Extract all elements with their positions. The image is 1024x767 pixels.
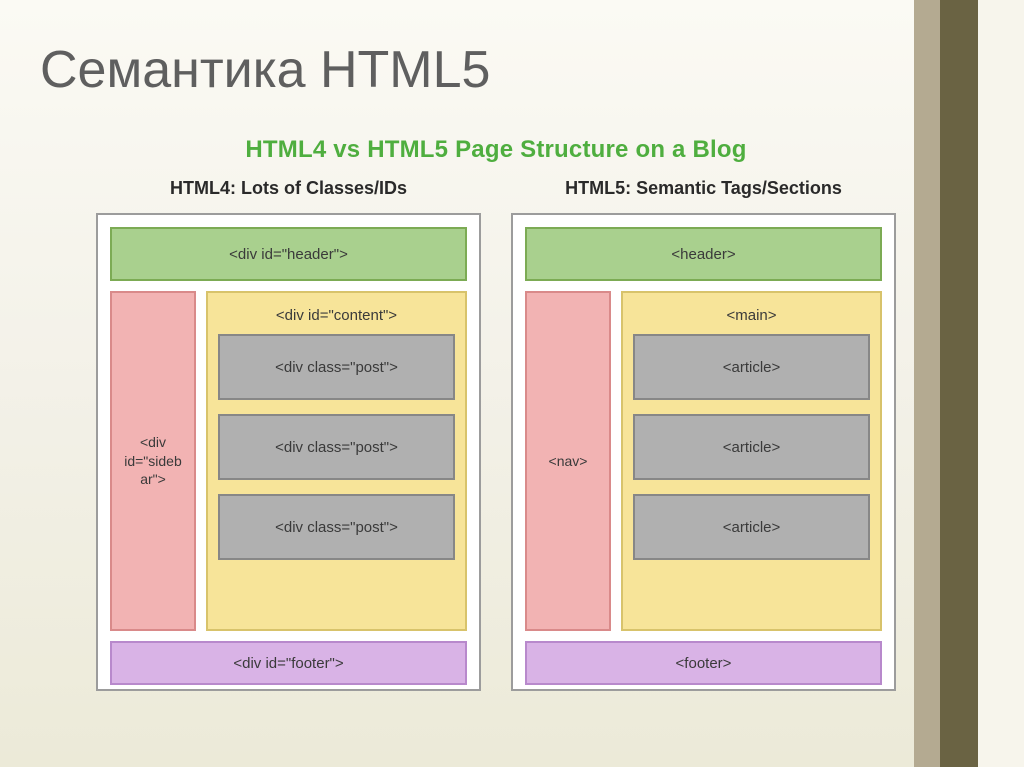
main-label-html4: <div id="content">: [218, 301, 455, 334]
diagram-columns: HTML4: Lots of Classes/IDs <div id="head…: [96, 178, 896, 691]
sidebar-block-html4: <div id="sideb ar">: [110, 291, 196, 631]
article-block: <article>: [633, 414, 870, 480]
post-list-html4: <div class="post"> <div class="post"> <d…: [218, 334, 455, 560]
layout-frame-html5: <header> <nav> <main> <article> <article…: [511, 213, 896, 691]
header-block-html5: <header>: [525, 227, 882, 281]
body-row-html5: <nav> <main> <article> <article> <articl…: [525, 291, 882, 631]
slide-title: Семантика HTML5: [40, 40, 490, 100]
post-block: <div class="post">: [218, 334, 455, 400]
main-block-html4: <div id="content"> <div class="post"> <d…: [206, 291, 467, 631]
post-block: <div class="post">: [218, 414, 455, 480]
article-block: <article>: [633, 494, 870, 560]
diagram: HTML4 vs HTML5 Page Structure on a Blog …: [96, 130, 896, 691]
column-html4-title: HTML4: Lots of Classes/IDs: [96, 178, 481, 199]
footer-block-html4: <div id="footer">: [110, 641, 467, 685]
footer-block-html5: <footer>: [525, 641, 882, 685]
header-block-html4: <div id="header">: [110, 227, 467, 281]
slide: Семантика HTML5 HTML4 vs HTML5 Page Stru…: [0, 0, 1024, 767]
main-label-html5: <main>: [633, 301, 870, 334]
sidebar-block-html5: <nav>: [525, 291, 611, 631]
column-html5-title: HTML5: Semantic Tags/Sections: [511, 178, 896, 199]
column-html4: HTML4: Lots of Classes/IDs <div id="head…: [96, 178, 481, 691]
article-block: <article>: [633, 334, 870, 400]
body-row-html4: <div id="sideb ar"> <div id="content"> <…: [110, 291, 467, 631]
main-block-html5: <main> <article> <article> <article>: [621, 291, 882, 631]
post-list-html5: <article> <article> <article>: [633, 334, 870, 560]
column-html5: HTML5: Semantic Tags/Sections <header> <…: [511, 178, 896, 691]
post-block: <div class="post">: [218, 494, 455, 560]
diagram-title: HTML4 vs HTML5 Page Structure on a Blog: [96, 136, 896, 164]
decorative-stripe: [914, 0, 1024, 767]
layout-frame-html4: <div id="header"> <div id="sideb ar"> <d…: [96, 213, 481, 691]
